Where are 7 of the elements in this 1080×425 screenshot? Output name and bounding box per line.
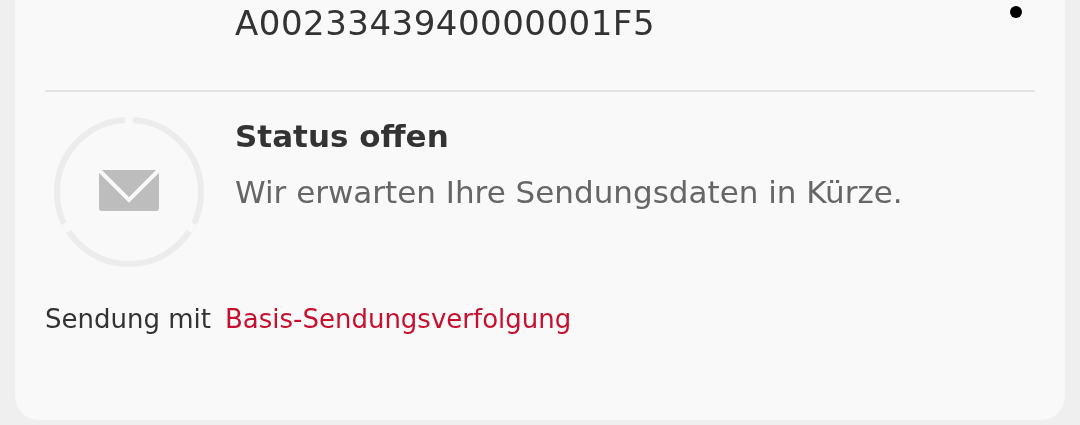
dot-icon [1010,6,1022,18]
status-title: Status offen [235,117,450,156]
envelope-status-icon [53,116,205,268]
tracking-link[interactable]: Basis-Sendungsverfolgung [224,304,572,334]
footer-text: Sendung mit [45,304,211,334]
status-description: Wir erwarten Ihre Sendungsdaten in Kürze. [235,173,904,212]
tracking-number: A0023343940000001F5 [235,3,656,43]
